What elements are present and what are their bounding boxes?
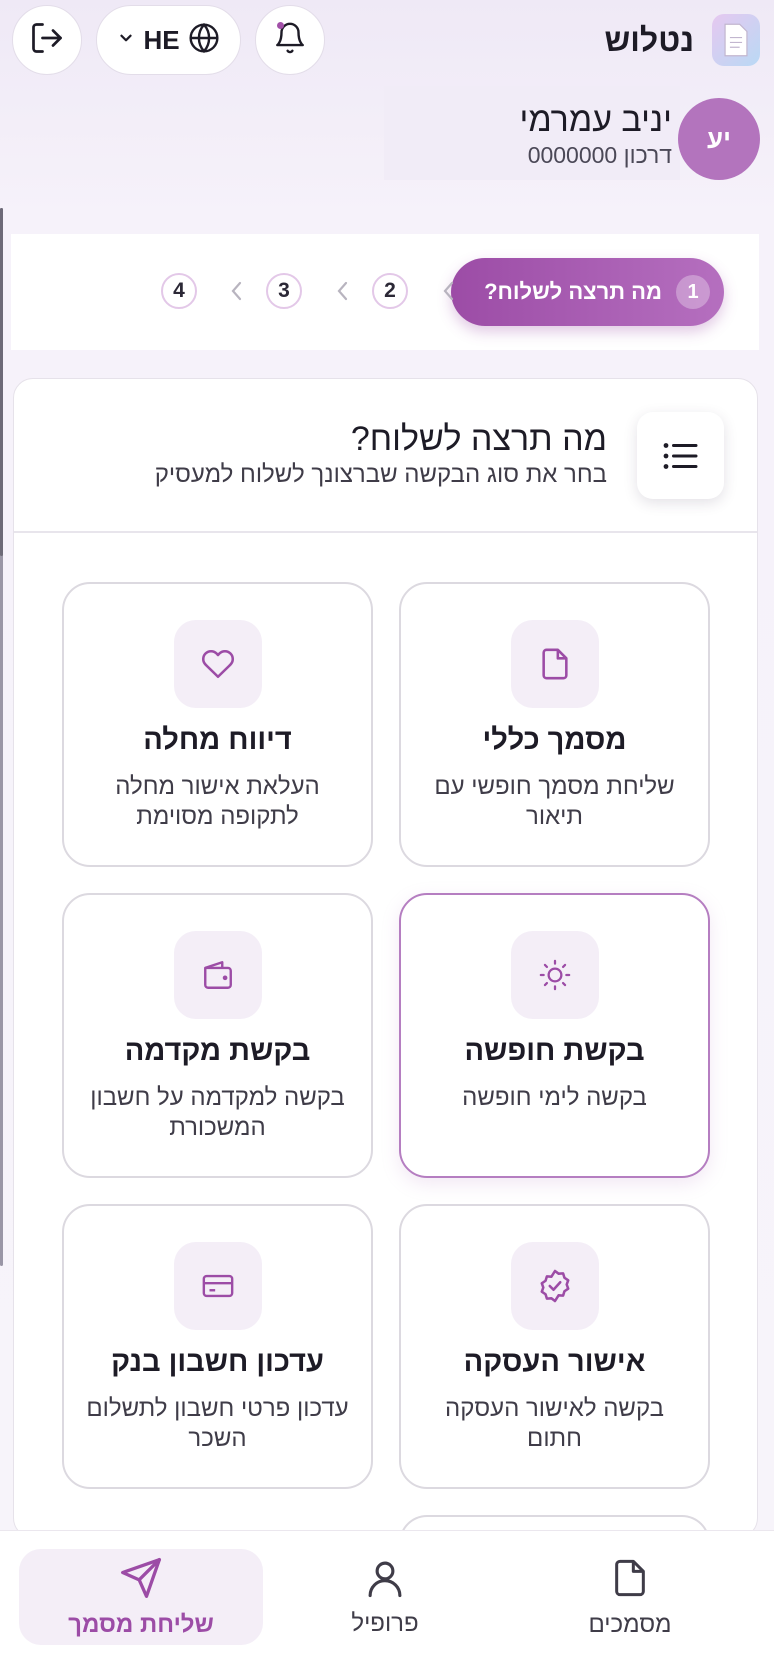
card-header-text: מה תרצה לשלוח? בחר את סוג הבקשה שברצונך … xyxy=(155,419,607,491)
card-title: מה תרצה לשלוח? xyxy=(350,420,607,458)
nav-label: מסמכים xyxy=(588,1610,672,1638)
heart-icon xyxy=(173,620,262,708)
passport-number: דרכון 0000000 xyxy=(527,142,672,168)
tile-title: עדכון חשבון בנק xyxy=(111,1346,324,1378)
tile-description: עדכון פרטי חשבון לתשלום השכר xyxy=(86,1395,349,1452)
tile-sick-report[interactable]: דיווח מחלה העלאת אישור מחלה לתקופה מסוימ… xyxy=(62,582,373,867)
tile-description: בקשה למקדמה על חשבון המשכורת xyxy=(90,1084,345,1141)
step-1-active[interactable]: 1 מה תרצה לשלוח? xyxy=(451,258,724,326)
globe-icon xyxy=(188,22,220,59)
file-icon xyxy=(610,1556,650,1605)
nav-send-document[interactable]: שליחת מסמך xyxy=(19,1549,263,1645)
step-label: מה תרצה לשלוח? xyxy=(484,279,662,304)
app-header: HE נטלוש xyxy=(0,0,774,84)
chevron-left-icon xyxy=(227,276,247,306)
list-icon xyxy=(637,412,724,499)
nav-profile[interactable]: פרופיל xyxy=(300,1549,470,1645)
step-2[interactable]: 2 xyxy=(372,273,408,309)
chevron-down-icon xyxy=(117,29,135,52)
tile-description: בקשה לאישור העסקה חתום xyxy=(445,1395,664,1452)
profile-name: יניב עמרמי xyxy=(519,101,673,139)
stepper: 1 מה תרצה לשלוח? 2 3 4 xyxy=(11,234,759,350)
brand: נטלוש xyxy=(604,14,760,66)
step-4[interactable]: 4 xyxy=(161,273,197,309)
step-3[interactable]: 3 xyxy=(266,273,302,309)
sun-icon xyxy=(510,931,599,1019)
tile-title: אישור העסקה xyxy=(463,1346,646,1378)
card-header: מה תרצה לשלוח? בחר את סוג הבקשה שברצונך … xyxy=(14,379,757,533)
chevron-left-icon xyxy=(439,276,459,306)
notification-dot xyxy=(277,22,284,29)
send-icon xyxy=(119,1556,163,1605)
step-number: 1 xyxy=(676,275,710,309)
tile-general-document[interactable]: מסמך כללי שליחת מסמך חופשי עם תיאור xyxy=(399,582,710,867)
notifications-button[interactable] xyxy=(255,5,325,75)
document-icon xyxy=(712,14,760,66)
user-icon xyxy=(364,1557,406,1604)
nav-label: פרופיל xyxy=(351,1609,419,1637)
tile-employment-confirmation[interactable]: אישור העסקה בקשה לאישור העסקה חתום xyxy=(399,1204,710,1489)
tile-title: מסמך כללי xyxy=(482,724,627,756)
nav-label: שליחת מסמך xyxy=(68,1610,214,1638)
logout-button[interactable] xyxy=(12,5,82,75)
brand-name: נטלוש xyxy=(604,21,694,58)
bottom-navigation: שליחת מסמך פרופיל מסמכים xyxy=(0,1530,774,1678)
wallet-icon xyxy=(173,931,262,1019)
scrollbar-thumb[interactable] xyxy=(0,208,3,556)
tile-title: בקשת מקדמה xyxy=(124,1035,311,1067)
tile-description: בקשה לימי חופשה xyxy=(462,1084,647,1111)
badge-check-icon xyxy=(510,1242,599,1330)
card-subtitle: בחר את סוג הבקשה שברצונך לשלוח למעסיק xyxy=(154,461,607,488)
tile-advance-request[interactable]: בקשת מקדמה בקשה למקדמה על חשבון המשכורת xyxy=(62,893,373,1178)
tile-description: העלאת אישור מחלה לתקופה מסוימת xyxy=(115,773,320,830)
credit-card-icon xyxy=(173,1242,262,1330)
language-selector[interactable]: HE xyxy=(96,5,241,75)
avatar[interactable]: יע xyxy=(678,98,760,180)
file-icon xyxy=(510,620,599,708)
tile-description: שליחת מסמך חופשי עם תיאור xyxy=(434,773,675,830)
chevron-left-icon xyxy=(333,276,353,306)
nav-documents[interactable]: מסמכים xyxy=(550,1549,710,1645)
language-code: HE xyxy=(143,24,180,55)
tile-bank-account-update[interactable]: עדכון חשבון בנק עדכון פרטי חשבון לתשלום … xyxy=(62,1204,373,1489)
tile-title: דיווח מחלה xyxy=(143,724,292,756)
logout-icon xyxy=(29,20,65,61)
tile-title: בקשת חופשה xyxy=(464,1035,645,1067)
tile-vacation-request[interactable]: בקשת חופשה בקשה לימי חופשה xyxy=(399,893,710,1178)
profile-info: יניב עמרמי דרכון 0000000 xyxy=(384,86,680,180)
